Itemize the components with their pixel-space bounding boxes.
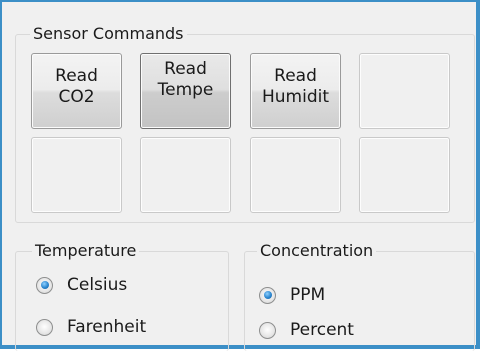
read-temperature-button[interactable]: Read Tempe xyxy=(140,53,231,129)
radio-button-selected[interactable] xyxy=(36,276,53,294)
temperature-title: Temperature xyxy=(32,241,140,261)
percent-label: Percent xyxy=(290,320,354,340)
command-button-empty[interactable] xyxy=(359,53,450,129)
command-button-empty[interactable] xyxy=(140,137,231,213)
celsius-option[interactable]: Celsius xyxy=(36,273,127,297)
radio-dot xyxy=(263,291,272,299)
farenheit-label: Farenheit xyxy=(67,317,147,337)
farenheit-option[interactable]: Farenheit xyxy=(36,315,146,339)
read-co2-button[interactable]: Read CO2 xyxy=(31,53,122,129)
sensor-commands-group: Sensor Commands Read CO2 Read Tempe Read… xyxy=(15,24,475,223)
command-button-empty[interactable] xyxy=(31,137,122,213)
command-button-empty[interactable] xyxy=(359,137,450,213)
command-button-empty[interactable] xyxy=(250,137,341,213)
ppm-label: PPM xyxy=(290,285,326,305)
celsius-label: Celsius xyxy=(67,275,128,295)
radio-button[interactable] xyxy=(259,321,276,339)
concentration-group: Concentration PPM Percent xyxy=(244,241,475,351)
ppm-option[interactable]: PPM xyxy=(259,283,325,307)
radio-button-selected[interactable] xyxy=(259,286,276,304)
percent-option[interactable]: Percent xyxy=(259,318,354,342)
radio-button[interactable] xyxy=(36,318,53,336)
concentration-title: Concentration xyxy=(257,241,377,261)
sensor-panel: Sensor Commands Read CO2 Read Tempe Read… xyxy=(0,0,480,351)
radio-dot xyxy=(40,281,49,289)
read-humidity-button[interactable]: Read Humidit xyxy=(250,53,341,129)
temperature-group: Temperature Celsius Farenheit xyxy=(15,241,229,351)
sensor-commands-title: Sensor Commands xyxy=(30,24,187,44)
